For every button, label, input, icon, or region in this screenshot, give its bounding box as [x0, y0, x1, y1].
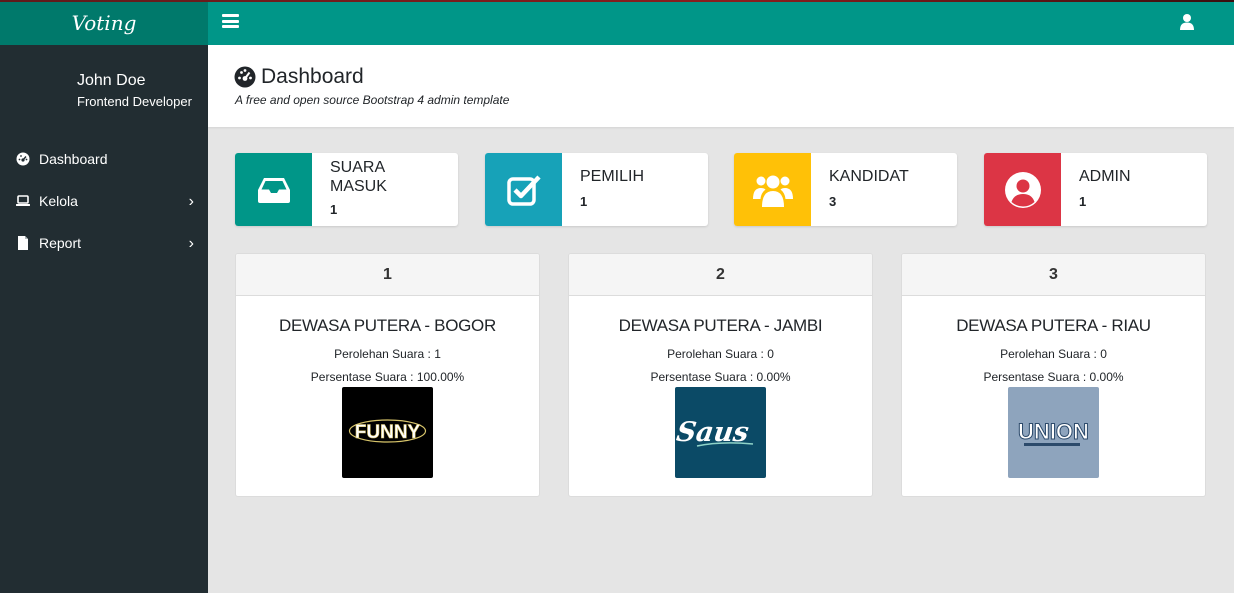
candidate-name: DEWASA PUTERA - RIAU	[956, 316, 1151, 335]
candidate-card: 1 DEWASA PUTERA - BOGOR Perolehan Suara …	[235, 253, 540, 497]
widget-icon-box	[485, 153, 562, 226]
widget-value: 1	[580, 194, 588, 209]
page-subtitle: A free and open source Bootstrap 4 admin…	[235, 93, 510, 107]
logo-text: FUNNY	[355, 422, 421, 443]
user-circle-icon	[1004, 171, 1041, 208]
widget-title: PEMILIH	[580, 168, 645, 185]
vote-count: Perolehan Suara : 0	[1000, 347, 1107, 361]
chevron-right-icon: ›	[188, 235, 194, 252]
chevron-right-icon: ›	[188, 193, 194, 210]
candidate-card: 3 DEWASA PUTERA - RIAU Perolehan Suara :…	[901, 253, 1206, 497]
dashboard-icon	[234, 66, 256, 88]
user-icon	[1180, 14, 1194, 30]
sidebar-item-report[interactable]: Report ›	[0, 222, 208, 264]
check-square-icon	[506, 174, 541, 206]
vote-count: Perolehan Suara : 1	[334, 347, 441, 361]
candidate-logo: UNION	[1008, 387, 1099, 478]
page-title: Dashboard	[234, 65, 364, 89]
widget-kandidat: KANDIDAT 3	[734, 153, 957, 226]
logo-text: UNION	[1018, 419, 1089, 444]
app-brand[interactable]: Voting	[0, 0, 208, 45]
dashboard-icon	[16, 152, 30, 166]
widget-title: SUARA MASUK	[330, 159, 387, 195]
user-role: Frontend Developer	[77, 94, 192, 109]
widget-title: KANDIDAT	[829, 168, 909, 185]
sidebar-item-dashboard[interactable]: Dashboard	[0, 138, 208, 180]
widget-value: 1	[330, 202, 338, 217]
sidebar: John Doe Frontend Developer Dashboard Ke…	[0, 45, 208, 593]
candidate-card: 2 DEWASA PUTERA - JAMBI Perolehan Suara …	[568, 253, 873, 497]
candidate-logo: Saus	[675, 387, 766, 478]
widget-icon-box	[235, 153, 312, 226]
vote-percentage: Persentase Suara : 0.00%	[650, 370, 791, 384]
vote-percentage: Persentase Suara : 0.00%	[983, 370, 1124, 384]
sidebar-item-label: Dashboard	[39, 151, 108, 167]
menu-bar	[222, 25, 239, 28]
users-icon	[752, 175, 793, 207]
vote-percentage: Persentase Suara : 100.00%	[310, 370, 465, 384]
widget-title: ADMIN	[1079, 168, 1131, 185]
candidate-name: DEWASA PUTERA - BOGOR	[279, 316, 496, 335]
sidebar-item-label: Kelola	[39, 193, 78, 209]
widget-pemilih: PEMILIH 1	[485, 153, 708, 226]
sidebar-item-label: Report	[39, 235, 82, 251]
candidate-number: 1	[236, 254, 539, 296]
top-accent-line	[0, 0, 1234, 2]
file-icon	[16, 236, 30, 250]
widget-icon-box	[734, 153, 811, 226]
inbox-icon	[257, 177, 290, 203]
widget-admin: ADMIN 1	[984, 153, 1207, 226]
candidate-logo: FUNNY	[342, 387, 433, 478]
vote-count: Perolehan Suara : 0	[667, 347, 774, 361]
user-menu-icon[interactable]	[1180, 13, 1194, 31]
user-profile: John Doe Frontend Developer	[0, 45, 208, 138]
sidebar-toggle-button[interactable]	[222, 14, 239, 28]
page-header: Dashboard A free and open source Bootstr…	[208, 45, 1234, 127]
candidate-number: 2	[569, 254, 872, 296]
menu-bar	[222, 19, 239, 23]
menu-bar	[222, 14, 239, 17]
sidebar-item-kelola[interactable]: Kelola ›	[0, 180, 208, 222]
candidate-name: DEWASA PUTERA - JAMBI	[618, 316, 823, 335]
widget-suara-masuk: SUARA MASUK 1	[235, 153, 458, 226]
user-name: John Doe	[77, 72, 146, 89]
page-title-text: Dashboard	[261, 65, 364, 88]
laptop-icon	[16, 194, 30, 208]
widget-value: 1	[1079, 194, 1087, 209]
widget-value: 3	[829, 194, 837, 209]
candidate-number: 3	[902, 254, 1205, 296]
widget-icon-box	[984, 153, 1061, 226]
